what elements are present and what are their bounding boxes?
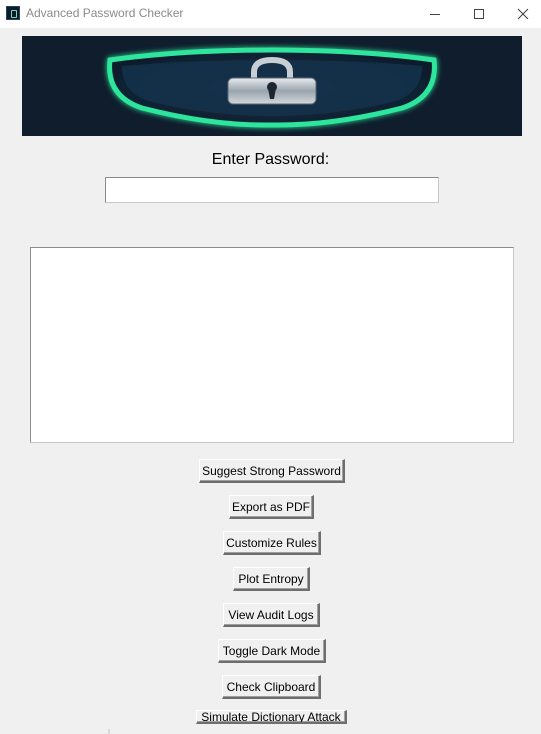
plot-entropy-button[interactable]: Plot Entropy (233, 567, 310, 591)
view-audit-logs-button[interactable]: View Audit Logs (223, 603, 320, 627)
minimize-button[interactable] (412, 0, 458, 28)
lock-app-icon (6, 6, 20, 20)
minimize-icon (430, 13, 440, 15)
title-bar[interactable]: Advanced Password Checker (0, 0, 541, 28)
maximize-icon (474, 9, 484, 19)
maximize-button[interactable] (456, 0, 502, 28)
header-banner (22, 36, 522, 136)
password-prompt-label: Enter Password: (211, 151, 330, 168)
check-clipboard-button[interactable]: Check Clipboard (222, 675, 321, 699)
window-edge-divider (108, 729, 110, 734)
close-button[interactable] (500, 0, 541, 28)
result-text-area[interactable] (30, 247, 514, 443)
customize-rules-button[interactable]: Customize Rules (223, 531, 321, 555)
window-title: Advanced Password Checker (26, 6, 184, 20)
export-pdf-button[interactable]: Export as PDF (229, 495, 314, 519)
close-icon (517, 8, 529, 20)
password-input[interactable] (105, 177, 439, 203)
simulate-dictionary-attack-button[interactable]: Simulate Dictionary Attack (196, 710, 347, 724)
suggest-strong-password-button[interactable]: Suggest Strong Password (199, 459, 345, 483)
toggle-dark-mode-button[interactable]: Toggle Dark Mode (218, 639, 326, 663)
shield-padlock-logo (22, 36, 522, 136)
